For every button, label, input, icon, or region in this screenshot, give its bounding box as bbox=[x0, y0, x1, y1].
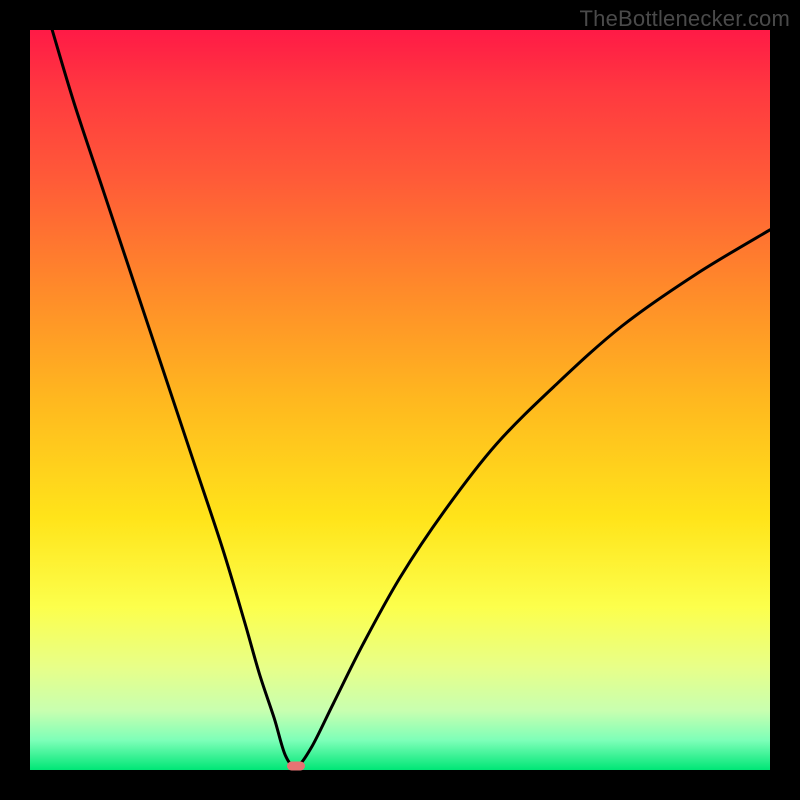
minimum-marker bbox=[287, 762, 305, 771]
chart-frame bbox=[30, 30, 770, 770]
watermark-text: TheBottlenecker.com bbox=[580, 6, 790, 32]
bottleneck-curve bbox=[30, 30, 770, 770]
